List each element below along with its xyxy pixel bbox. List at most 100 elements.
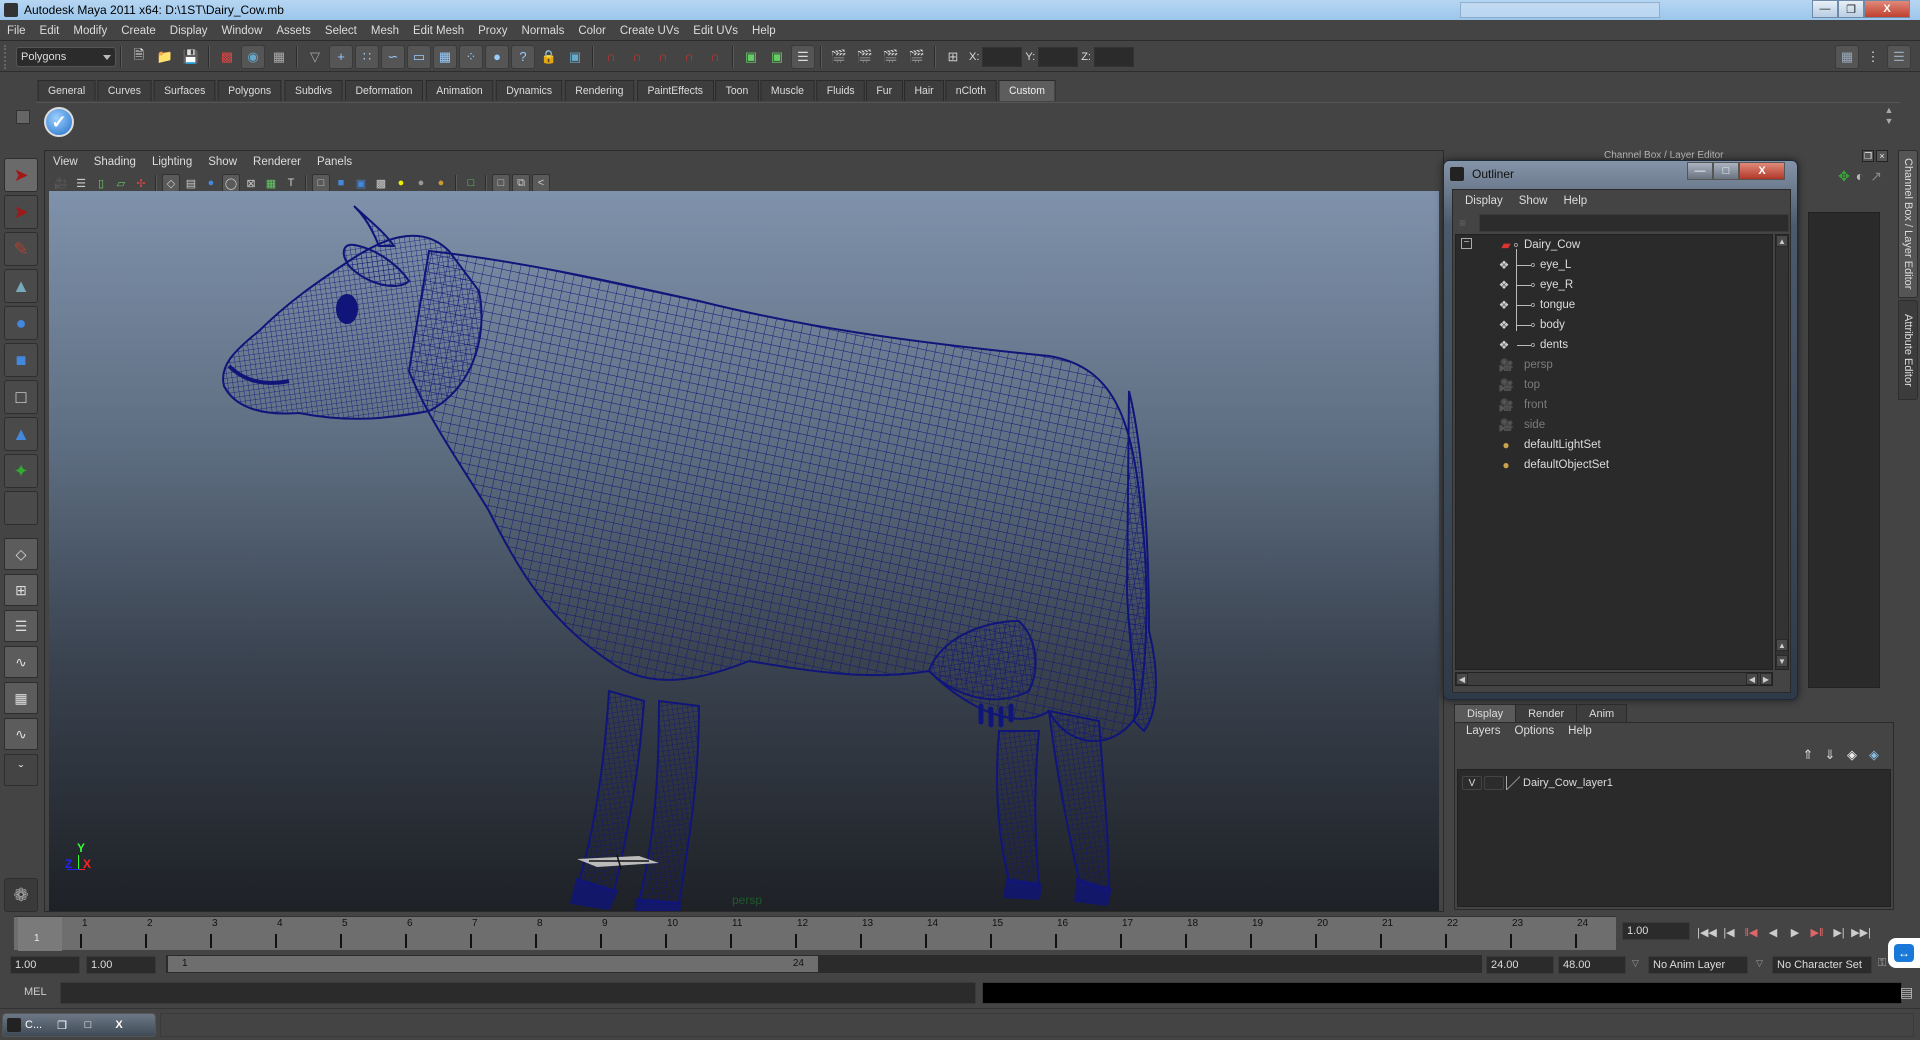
step-forward-frame-icon[interactable]: ▶‖	[1806, 923, 1828, 941]
anim-layer-dropdown[interactable]: No Anim Layer	[1648, 956, 1748, 974]
persp-graph-hypergraph-layout[interactable]: ∿	[4, 718, 38, 750]
restore-button[interactable]: ❐	[1838, 0, 1864, 18]
smooth-shade-icon[interactable]: ■	[332, 174, 350, 192]
viewport-menu-lighting[interactable]: Lighting	[144, 156, 200, 168]
command-language-label[interactable]: MEL	[24, 986, 47, 998]
playback-start-field[interactable]	[86, 956, 156, 974]
menu-display[interactable]: Display	[163, 25, 215, 37]
layer-menu-options[interactable]: Options	[1508, 725, 1562, 737]
single-perspective-layout[interactable]: ◇	[4, 538, 38, 570]
step-back-frame-icon[interactable]: ‖◀	[1740, 923, 1762, 941]
output-connections-icon[interactable]: ▣	[765, 45, 789, 69]
surfaces-icon[interactable]: ▭	[407, 44, 431, 69]
layer-tab-display[interactable]: Display	[1454, 704, 1517, 722]
chevron-down-icon[interactable]: ▽	[1632, 958, 1639, 969]
misc-icon[interactable]: ?	[511, 44, 535, 69]
layer-name[interactable]: Dairy_Cow_layer1	[1523, 777, 1613, 789]
z-field[interactable]	[1093, 46, 1134, 67]
curves-icon[interactable]: ∽	[381, 44, 405, 69]
maximize-icon[interactable]: □	[75, 1019, 101, 1031]
outliner-menu-display[interactable]: Display	[1457, 195, 1511, 207]
playback-end-field[interactable]	[1486, 956, 1554, 974]
menu-normals[interactable]: Normals	[515, 25, 572, 37]
textured-icon[interactable]: ▩	[372, 174, 390, 192]
move-tool-icon[interactable]: ▲	[4, 269, 38, 303]
menu-proxy[interactable]: Proxy	[471, 25, 514, 37]
play-forwards-icon[interactable]: ▶	[1784, 923, 1806, 941]
viewport-menu-shading[interactable]: Shading	[86, 156, 144, 168]
shelf-tab-deformation[interactable]: Deformation	[344, 80, 423, 101]
xray-icon[interactable]: ⧉	[512, 174, 530, 192]
shelf-tab-fluids[interactable]: Fluids	[816, 80, 865, 101]
float-panel-button[interactable]: ❐	[1862, 150, 1874, 162]
move-layer-up-icon[interactable]: ⇑	[1797, 747, 1819, 763]
lasso-tool-icon[interactable]: ➤	[4, 195, 38, 229]
shelf-tab-animation[interactable]: Animation	[425, 80, 493, 101]
key-icon[interactable]: ⚿	[1878, 957, 1886, 970]
side-tab-channel-box[interactable]: Channel Box / Layer Editor	[1898, 150, 1918, 298]
layer-playback-toggle[interactable]	[1484, 776, 1504, 790]
input-connections-icon[interactable]: ▣	[739, 45, 763, 69]
shelf-item-checkmark[interactable]: ✓	[44, 107, 74, 137]
menu-edit-uvs[interactable]: Edit UVs	[686, 25, 745, 37]
outliner-menu-show[interactable]: Show	[1511, 195, 1556, 207]
viewport-menu-view[interactable]: View	[45, 156, 86, 168]
four-view-layout[interactable]: ⊞	[4, 574, 38, 606]
scale-tool-icon[interactable]: ■	[4, 343, 38, 377]
animation-start-field[interactable]	[10, 956, 80, 974]
create-layer-from-selected-icon[interactable]: ◈	[1863, 747, 1885, 763]
menu-create-uvs[interactable]: Create UVs	[613, 25, 686, 37]
hypershade-persp-layout[interactable]: ▦	[4, 682, 38, 714]
safe-title-icon[interactable]: T	[282, 174, 300, 192]
shelf-scroll-buttons[interactable]: ▲ ▼	[1882, 105, 1896, 139]
object-mode-icon[interactable]: ◉	[241, 44, 265, 69]
perspective-viewport[interactable]: Y Z X persp	[49, 191, 1439, 911]
step-back-key-icon[interactable]: |◀	[1718, 923, 1740, 941]
shelf-tab-polygons[interactable]: Polygons	[218, 80, 282, 101]
menu-edit-mesh[interactable]: Edit Mesh	[406, 25, 471, 37]
universal-manipulator-icon[interactable]: □	[4, 380, 38, 414]
select-tool-icon[interactable]: ➤	[4, 158, 38, 192]
teamviewer-tab[interactable]: ↔	[1888, 938, 1920, 968]
outliner-menu-help[interactable]: Help	[1556, 195, 1596, 207]
shelf-menu-handle[interactable]	[14, 80, 32, 142]
more-layouts-button[interactable]: ˇ	[4, 754, 38, 786]
outliner-close-button[interactable]: X	[1739, 162, 1785, 180]
minimize-button[interactable]: —	[1812, 0, 1838, 18]
minimized-window[interactable]: C... ❐ □ X	[2, 1013, 156, 1037]
menu-select[interactable]: Select	[318, 25, 364, 37]
close-icon[interactable]: X	[101, 1019, 137, 1031]
cow-wireframe-model[interactable]	[49, 191, 1439, 911]
move-layer-down-icon[interactable]: ⇓	[1819, 747, 1841, 763]
snap-view-plane-icon[interactable]: ∩	[677, 45, 701, 69]
use-all-lights-icon[interactable]: ●	[412, 174, 430, 192]
range-slider[interactable]: 1 24	[166, 955, 1482, 973]
two-d-pan-zoom-icon[interactable]: ✢	[132, 174, 150, 192]
input-field-mode-icon[interactable]: ⊞	[941, 45, 965, 69]
menu-help[interactable]: Help	[745, 25, 783, 37]
menu-edit[interactable]: Edit	[33, 25, 67, 37]
shelf-tab-custom[interactable]: Custom	[998, 80, 1056, 101]
y-field[interactable]	[1038, 46, 1079, 67]
selection-mask-dropdown-icon[interactable]: ▽	[303, 45, 327, 69]
persp-graph-layout[interactable]: ∿	[4, 646, 38, 678]
new-scene-icon[interactable]: 🗎	[127, 45, 151, 69]
render-view-icon[interactable]: 🎬	[827, 45, 851, 69]
restore-icon[interactable]: ❐	[49, 1019, 75, 1032]
menu-modify[interactable]: Modify	[66, 25, 114, 37]
scroll-up-icon[interactable]: ▲	[1776, 235, 1788, 247]
outliner-title-bar[interactable]: Outliner	[1450, 163, 1514, 185]
outliner-horizontal-scrollbar[interactable]: ◀ ◀ ▶	[1455, 672, 1773, 686]
xray-joints-icon[interactable]: <	[532, 174, 550, 192]
shelf-tab-hair[interactable]: Hair	[903, 80, 944, 101]
current-time-field[interactable]	[1622, 922, 1690, 940]
layer-color-swatch[interactable]	[1506, 776, 1520, 790]
menu-color[interactable]: Color	[571, 25, 612, 37]
layer-row[interactable]: V Dairy_Cow_layer1	[1462, 774, 1613, 792]
bookmarks-icon[interactable]: ▯	[92, 174, 110, 192]
show-attribute-editor-icon[interactable]: ▦	[1835, 45, 1859, 69]
rendering-icon[interactable]: ●	[485, 44, 509, 69]
shadows-icon[interactable]: ●	[432, 174, 450, 192]
show-manipulator-icon[interactable]: ✦	[4, 454, 38, 488]
shelf-tab-curves[interactable]: Curves	[97, 80, 152, 101]
